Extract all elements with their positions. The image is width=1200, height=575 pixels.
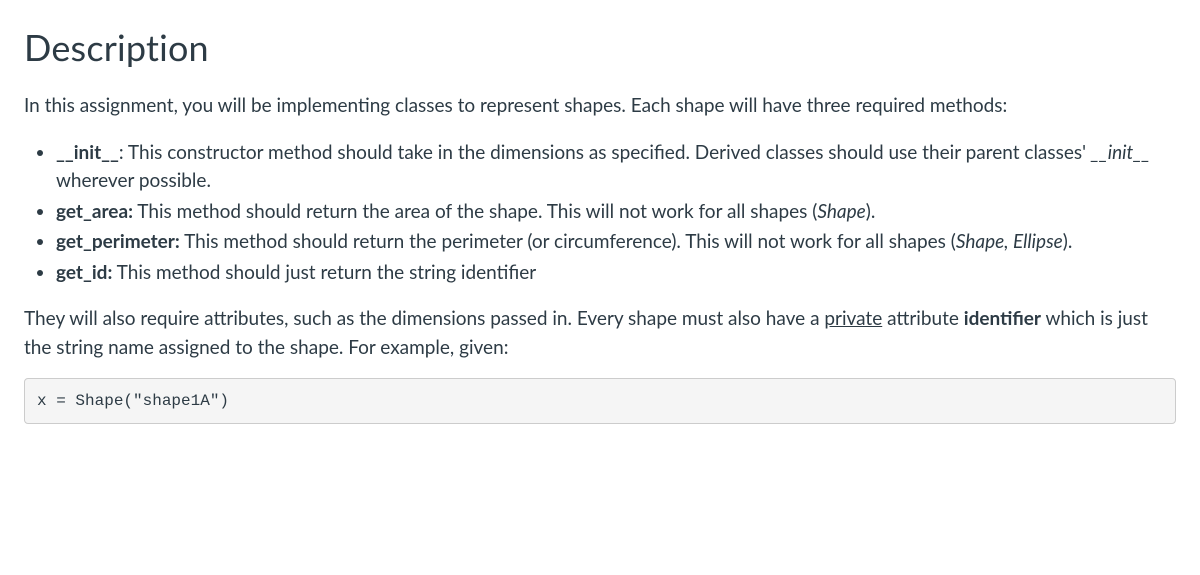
method-name: get_id: [56,261,112,284]
attrs-underlined: private [824,307,882,330]
method-name: __init__ [56,141,119,164]
list-item: __init__: This constructor method should… [56,139,1176,196]
method-desc: This method should return the perimeter … [180,230,956,253]
list-item: get_area: This method should return the … [56,198,1176,227]
attrs-bold: identifier [964,307,1041,330]
method-desc-after: ). [1063,230,1073,253]
list-item: get_perimeter: This method should return… [56,228,1176,257]
attrs-prefix: They will also require attributes, such … [24,307,824,330]
methods-list: __init__: This constructor method should… [24,139,1176,288]
section-heading: Description [24,20,1176,74]
attributes-paragraph: They will also require attributes, such … [24,305,1176,362]
method-name: get_area: [56,200,133,223]
method-desc: This method should just return the strin… [112,261,536,284]
method-desc: This method should return the area of th… [133,200,817,223]
attrs-mid: attribute [882,307,964,330]
method-desc: : This constructor method should take in… [119,141,1091,164]
method-inline-italic: Shape, Ellipse [956,230,1063,253]
method-name: get_perimeter: [56,230,180,253]
intro-paragraph: In this assignment, you will be implemen… [24,92,1176,121]
list-item: get_id: This method should just return t… [56,259,1176,288]
method-inline-italic: __init__ [1091,141,1150,164]
method-inline-italic: Shape [817,200,865,223]
code-block: x = Shape("shape1A") [24,378,1176,424]
method-desc-after: wherever possible. [56,169,211,192]
method-desc-after: ). [866,200,876,223]
